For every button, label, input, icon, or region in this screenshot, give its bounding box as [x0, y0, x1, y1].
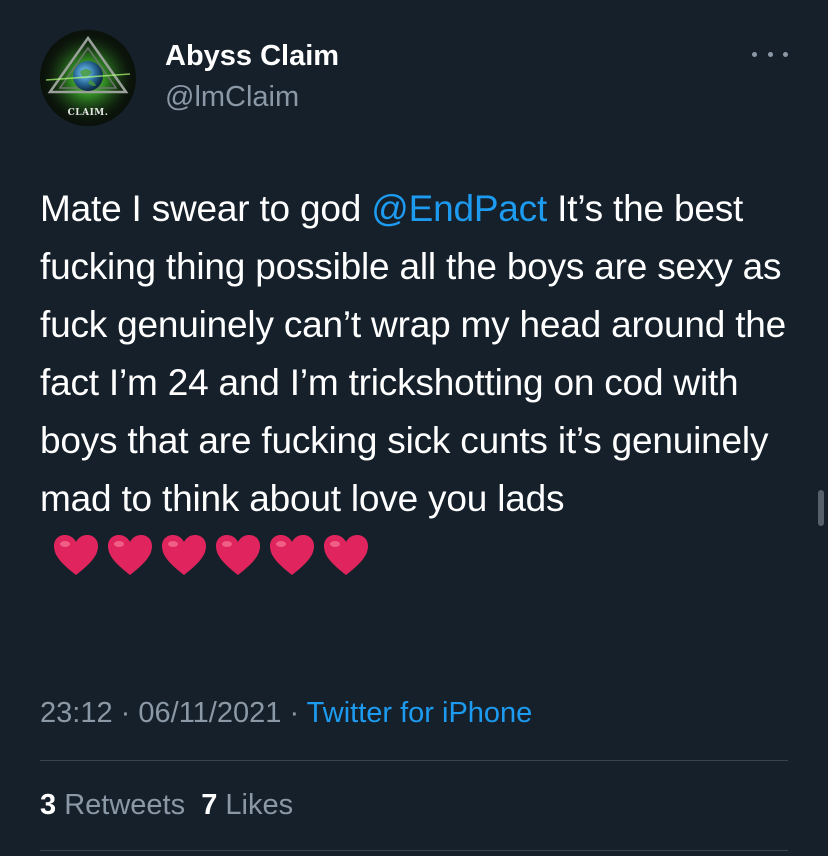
more-horizontal-icon [767, 51, 773, 57]
heart-emoji-row [52, 533, 370, 577]
more-options-button[interactable] [752, 42, 788, 66]
tweet-time[interactable]: 23:12 [40, 697, 113, 729]
tweet-date[interactable]: 06/11/2021 [138, 697, 281, 729]
likes-label: Likes [225, 789, 294, 821]
author-handle[interactable]: @lmClaim [165, 79, 299, 115]
tweet-meta: 23:12 · 06/11/2021 · Twitter for iPhone [40, 695, 532, 731]
tweet-text-before-mention: Mate I swear to god [40, 188, 372, 229]
meta-separator: · [120, 697, 131, 729]
more-horizontal-icon [752, 51, 757, 57]
scrollbar[interactable] [818, 490, 824, 526]
divider [40, 850, 788, 851]
avatar-label: CLAIM. [67, 108, 109, 118]
heart-emoji-icon [54, 535, 98, 576]
retweets-stat[interactable]: 3 Retweets [40, 789, 185, 821]
more-horizontal-icon [783, 51, 788, 57]
heart-emoji-icon [216, 535, 260, 576]
retweets-count: 3 [40, 789, 57, 821]
tweet-text: Mate I swear to god @EndPact It’s the be… [40, 180, 800, 586]
likes-count: 7 [201, 789, 218, 821]
heart-emoji-icon [108, 535, 152, 576]
author-display-name[interactable]: Abyss Claim [165, 38, 339, 74]
divider [40, 760, 788, 761]
mention-link[interactable]: @EndPact [371, 188, 547, 229]
heart-emoji-icon [270, 535, 314, 576]
meta-separator: · [289, 697, 300, 729]
retweets-label: Retweets [64, 789, 186, 821]
tweet-source-link[interactable]: Twitter for iPhone [307, 697, 533, 729]
heart-emoji-icon [324, 535, 368, 576]
tweet-stats: 3 Retweets 7 Likes [40, 787, 293, 823]
avatar[interactable]: CLAIM. [40, 30, 136, 126]
heart-emoji-icon [162, 535, 206, 576]
tweet-text-after-mention: It’s the best fucking thing possible all… [40, 188, 787, 519]
likes-stat[interactable]: 7 Likes [201, 789, 293, 821]
